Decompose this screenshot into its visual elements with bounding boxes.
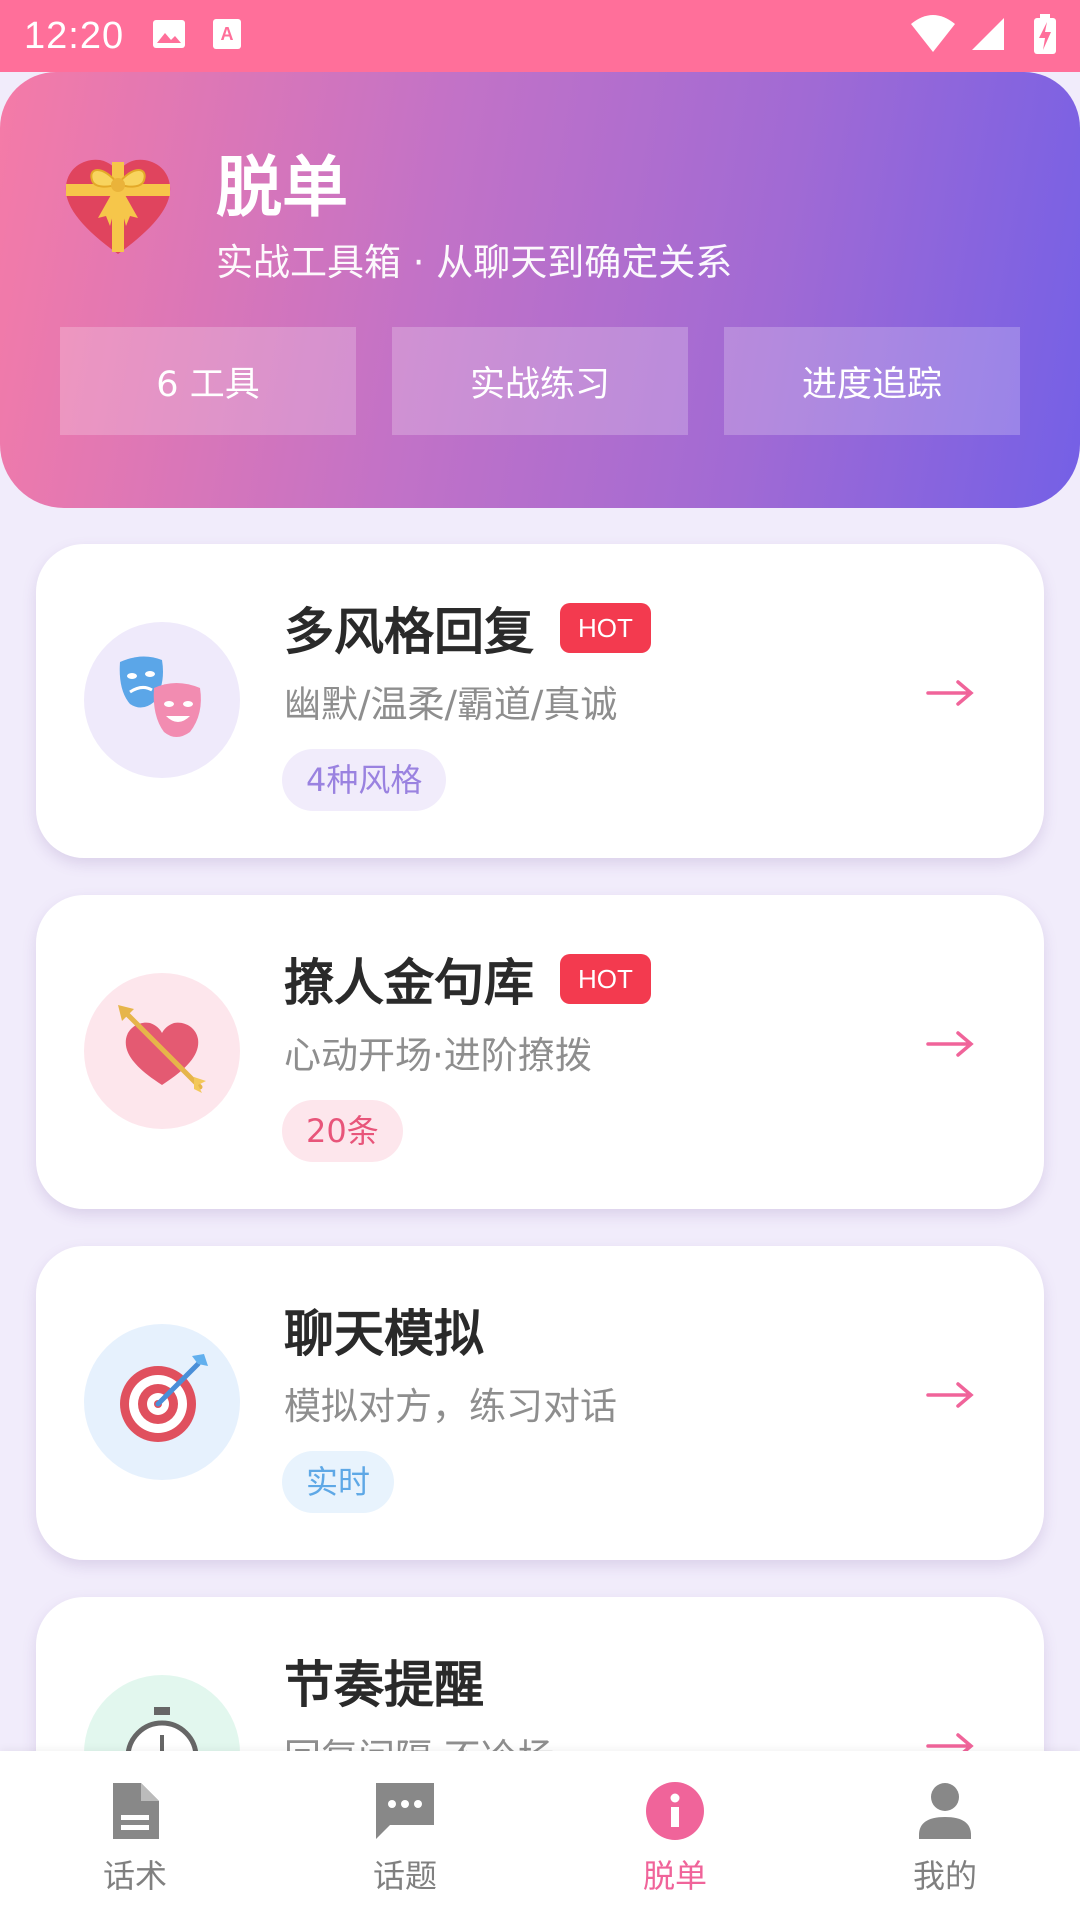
nav-label: 话术 (102, 1857, 167, 1895)
card-description: 模拟对方，练习对话 (284, 1385, 617, 1428)
person-icon (917, 1781, 973, 1845)
svg-text:A: A (221, 24, 234, 44)
signal-icon (970, 16, 1006, 56)
card-title-text: 聊天模拟 (284, 1305, 484, 1363)
wifi-icon (910, 14, 956, 58)
hot-badge: HOT (560, 603, 651, 653)
arrow-right-icon[interactable] (926, 678, 974, 712)
hot-badge: HOT (560, 954, 651, 1004)
image-notification-icon (152, 19, 186, 53)
card-tag: 4种风格 (282, 749, 447, 811)
chat-icon (374, 1781, 436, 1845)
tools-count-pill[interactable]: 6 工具 (60, 327, 356, 435)
target-icon (114, 1352, 210, 1452)
card-title-text: 多风格回复 (284, 603, 534, 661)
nav-label: 我的 (912, 1857, 977, 1895)
progress-pill[interactable]: 进度追踪 (724, 327, 1020, 435)
bottom-navigation: 话术 话题 脱单 我的 (0, 1751, 1080, 1920)
nav-label: 脱单 (642, 1857, 707, 1895)
card-title: 节奏提醒 (284, 1645, 484, 1717)
document-icon (109, 1781, 161, 1845)
card-icon-circle (84, 622, 240, 778)
nav-item-profile[interactable]: 我的 (810, 1751, 1080, 1920)
nav-item-topics[interactable]: 话题 (270, 1751, 540, 1920)
card-description: 幽默/温柔/霸道/真诚 (284, 683, 618, 726)
tool-card-multi-style-reply[interactable]: 多风格回复 HOT 幽默/温柔/霸道/真诚 4种风格 (36, 544, 1044, 858)
card-title-text: 撩人金句库 (284, 954, 534, 1012)
card-icon-circle (84, 1324, 240, 1480)
nav-item-dating[interactable]: 脱单 (540, 1751, 810, 1920)
status-time: 12:20 (24, 14, 125, 57)
tool-list: 多风格回复 HOT 幽默/温柔/霸道/真诚 4种风格 撩人金句库 HOT 心动开… (36, 544, 1044, 1920)
info-icon (645, 1781, 705, 1845)
card-title: 撩人金句库 HOT (284, 943, 651, 1015)
arrow-right-icon[interactable] (926, 1029, 974, 1063)
nav-label: 话题 (372, 1857, 437, 1895)
card-title: 多风格回复 HOT (284, 592, 651, 664)
status-bar: 12:20 A (0, 0, 1080, 72)
theater-masks-icon (114, 650, 210, 750)
heart-arrow-icon (114, 1001, 210, 1101)
battery-charging-icon (1034, 14, 1056, 58)
page-subtitle: 实战工具箱 · 从聊天到确定关系 (216, 241, 733, 284)
header-pills: 6 工具 实战练习 进度追踪 (60, 327, 1020, 435)
gift-heart-icon (62, 154, 174, 262)
practice-pill[interactable]: 实战练习 (392, 327, 688, 435)
card-title-text: 节奏提醒 (284, 1656, 484, 1714)
text-notification-icon: A (212, 18, 242, 54)
arrow-right-icon[interactable] (926, 1380, 974, 1414)
card-title: 聊天模拟 (284, 1294, 484, 1366)
hero-header: 脱单 实战工具箱 · 从聊天到确定关系 6 工具 实战练习 进度追踪 (0, 72, 1080, 508)
page-title: 脱单 (216, 149, 348, 226)
card-tag: 20条 (282, 1100, 403, 1162)
card-icon-circle (84, 973, 240, 1129)
tool-card-chat-simulation[interactable]: 聊天模拟 模拟对方，练习对话 实时 (36, 1246, 1044, 1560)
nav-item-scripts[interactable]: 话术 (0, 1751, 270, 1920)
card-description: 心动开场·进阶撩拨 (284, 1034, 592, 1077)
card-tag: 实时 (282, 1451, 395, 1513)
tool-card-flirt-lines[interactable]: 撩人金句库 HOT 心动开场·进阶撩拨 20条 (36, 895, 1044, 1209)
